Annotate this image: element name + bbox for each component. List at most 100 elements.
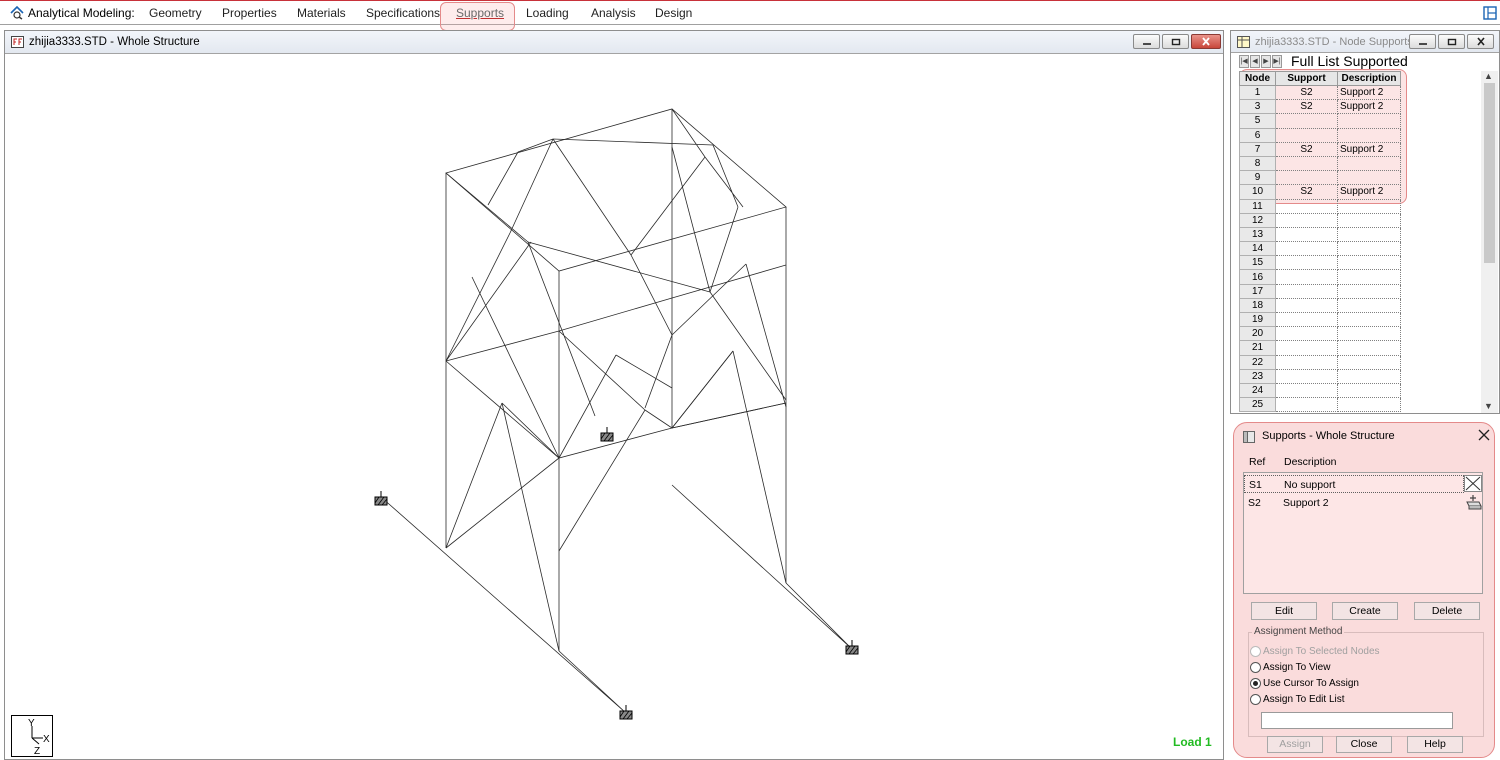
- tab-properties[interactable]: Properties: [222, 6, 277, 20]
- whole-structure-titlebar[interactable]: zhijia3333.STD - Whole Structure: [5, 31, 1223, 54]
- cell-description[interactable]: [1337, 369, 1401, 384]
- table-row[interactable]: 12: [1239, 212, 1401, 228]
- close-dialog-button[interactable]: Close: [1336, 736, 1392, 753]
- radio-assign-edit-list[interactable]: Assign To Edit List: [1250, 694, 1345, 705]
- cell-description[interactable]: [1337, 255, 1401, 271]
- table-row[interactable]: 13: [1239, 226, 1401, 243]
- table-row[interactable]: 20: [1239, 326, 1401, 342]
- radio-assign-to-view[interactable]: Assign To View: [1250, 662, 1330, 673]
- tab-geometry[interactable]: Geometry: [149, 6, 202, 20]
- table-row[interactable]: 17: [1239, 283, 1401, 299]
- cell-description[interactable]: [1337, 227, 1401, 243]
- table-row[interactable]: 19: [1239, 311, 1401, 328]
- table-row[interactable]: 15: [1239, 255, 1401, 271]
- support-row-s1[interactable]: S1 No support: [1244, 475, 1464, 493]
- cell-node[interactable]: 23: [1239, 368, 1276, 384]
- table-row[interactable]: 24: [1239, 382, 1401, 399]
- cell-node[interactable]: 14: [1239, 241, 1276, 257]
- cell-description[interactable]: Support 2: [1337, 184, 1401, 200]
- workflow-label[interactable]: Analytical Modeling:: [10, 6, 135, 20]
- table-row[interactable]: 9: [1239, 170, 1401, 186]
- cell-node[interactable]: 8: [1239, 155, 1276, 172]
- cell-support[interactable]: [1275, 227, 1338, 243]
- cell-support[interactable]: [1275, 156, 1338, 172]
- cell-support[interactable]: [1275, 326, 1338, 342]
- cell-node[interactable]: 15: [1239, 255, 1276, 271]
- next-sheet-button[interactable]: ▶: [1261, 55, 1271, 68]
- cell-description[interactable]: [1337, 284, 1401, 299]
- cell-node[interactable]: 20: [1239, 326, 1276, 342]
- cell-node[interactable]: 13: [1239, 226, 1276, 243]
- minimize-button[interactable]: [1133, 34, 1160, 49]
- cell-node[interactable]: 22: [1239, 354, 1276, 370]
- cell-support[interactable]: [1275, 284, 1338, 299]
- last-sheet-button[interactable]: ▶|: [1272, 55, 1282, 68]
- help-button[interactable]: Help: [1407, 736, 1463, 753]
- table-restore-button[interactable]: [1438, 34, 1465, 49]
- cell-node[interactable]: 1: [1239, 84, 1276, 101]
- cell-support[interactable]: [1275, 298, 1338, 314]
- cell-description[interactable]: [1337, 213, 1401, 228]
- cell-description[interactable]: [1337, 340, 1401, 356]
- table-row[interactable]: 25: [1239, 397, 1401, 413]
- tab-analysis[interactable]: Analysis: [591, 6, 636, 20]
- cell-support[interactable]: [1275, 113, 1338, 129]
- close-button[interactable]: [1191, 34, 1221, 49]
- cell-node[interactable]: 10: [1239, 184, 1276, 200]
- create-button[interactable]: Create: [1332, 602, 1398, 620]
- table-row[interactable]: 8: [1239, 155, 1401, 172]
- table-row[interactable]: 3 S2 Support 2: [1239, 99, 1401, 115]
- cell-description[interactable]: [1337, 397, 1401, 413]
- assign-button[interactable]: Assign: [1267, 736, 1323, 753]
- cell-description[interactable]: Support 2: [1337, 99, 1401, 115]
- table-row[interactable]: 5: [1239, 113, 1401, 129]
- table-row[interactable]: 11: [1239, 198, 1401, 214]
- cell-description[interactable]: [1337, 128, 1401, 143]
- cell-support[interactable]: [1275, 213, 1338, 228]
- column-header-node[interactable]: Node: [1239, 71, 1276, 86]
- sheet-tab-full-list[interactable]: Full List: [1291, 54, 1339, 69]
- cell-node[interactable]: 5: [1239, 113, 1276, 129]
- dialog-close-icon[interactable]: [1478, 429, 1490, 441]
- tab-supports[interactable]: Supports: [456, 6, 504, 20]
- cell-node[interactable]: 3: [1239, 99, 1276, 115]
- restore-button[interactable]: [1162, 34, 1189, 49]
- sheet-tab-supported[interactable]: Supported: [1343, 54, 1408, 69]
- cell-description[interactable]: [1337, 326, 1401, 342]
- tab-materials[interactable]: Materials: [297, 6, 346, 20]
- cell-description[interactable]: [1337, 156, 1401, 172]
- table-row[interactable]: 7 S2 Support 2: [1239, 141, 1401, 157]
- cell-description[interactable]: [1337, 113, 1401, 129]
- cell-support[interactable]: S2: [1275, 99, 1338, 115]
- cell-description[interactable]: [1337, 355, 1401, 370]
- cell-support[interactable]: [1275, 170, 1338, 186]
- table-row[interactable]: 21: [1239, 340, 1401, 356]
- cell-support[interactable]: [1275, 241, 1338, 257]
- cell-description[interactable]: [1337, 241, 1401, 257]
- cell-node[interactable]: 21: [1239, 340, 1276, 356]
- radio-use-cursor[interactable]: Use Cursor To Assign: [1250, 678, 1359, 689]
- table-close-button[interactable]: [1467, 34, 1494, 49]
- delete-button[interactable]: Delete: [1414, 602, 1480, 620]
- cell-description[interactable]: Support 2: [1337, 85, 1401, 101]
- table-row[interactable]: 14: [1239, 241, 1401, 257]
- prev-sheet-button[interactable]: ◀: [1250, 55, 1260, 68]
- cell-description[interactable]: Support 2: [1337, 142, 1401, 157]
- table-row[interactable]: 6: [1239, 127, 1401, 143]
- table-row[interactable]: 1 S2 Support 2: [1239, 84, 1401, 101]
- cell-support[interactable]: [1275, 255, 1338, 271]
- cell-node[interactable]: 7: [1239, 141, 1276, 157]
- cell-support[interactable]: S2: [1275, 184, 1338, 200]
- radio-assign-selected-nodes[interactable]: Assign To Selected Nodes: [1250, 646, 1380, 657]
- table-row[interactable]: 22: [1239, 354, 1401, 370]
- cell-support[interactable]: [1275, 383, 1338, 399]
- structure-viewport[interactable]: [5, 55, 1223, 759]
- table-minimize-button[interactable]: [1409, 34, 1436, 49]
- cell-node[interactable]: 11: [1239, 198, 1276, 214]
- cell-description[interactable]: [1337, 199, 1401, 214]
- layout-icon[interactable]: [1483, 6, 1497, 20]
- cell-description[interactable]: [1337, 170, 1401, 186]
- cell-node[interactable]: 9: [1239, 170, 1276, 186]
- cell-description[interactable]: [1337, 269, 1401, 285]
- cell-support[interactable]: [1275, 340, 1338, 356]
